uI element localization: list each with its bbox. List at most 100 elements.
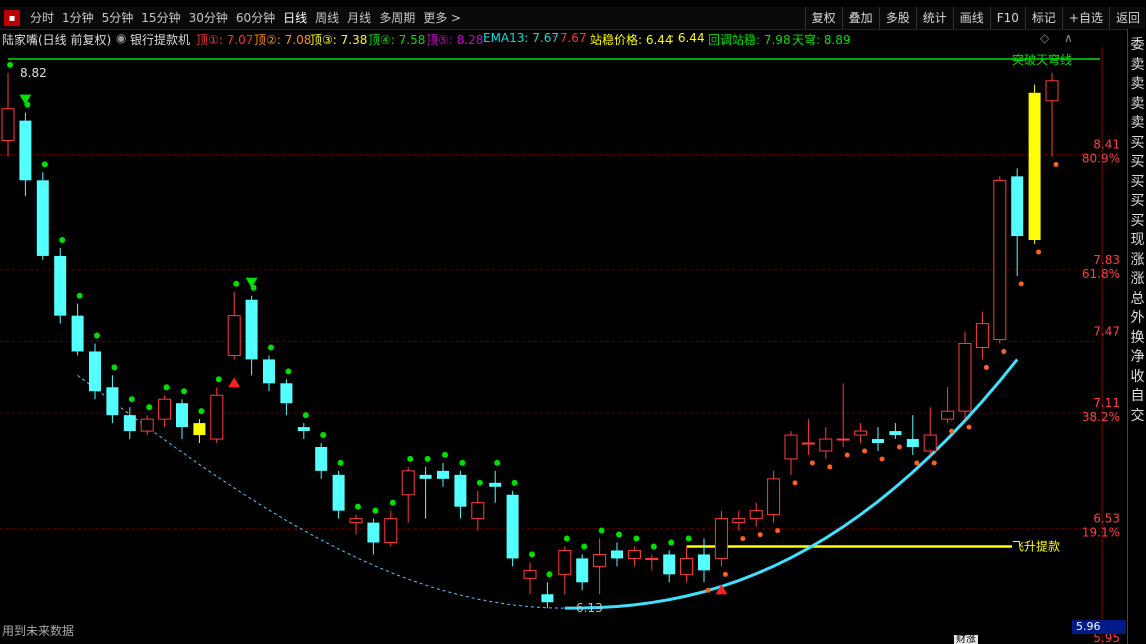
side-panel-item[interactable]: 卖 [1128,74,1146,94]
mark-button[interactable]: 标记 [1024,7,1062,29]
ema-dot [128,396,135,403]
candle-body [19,120,32,181]
side-panel-item[interactable]: 涨 [1128,269,1146,289]
window-icon[interactable]: ▪ [4,10,20,26]
ema-dot [372,507,379,514]
stop-dot [1018,281,1024,287]
stop-dot [983,364,989,370]
ema-dot [511,479,518,486]
info-top1: 顶①: 7.07 [196,33,254,47]
side-panel-item[interactable]: 涨 [1128,250,1146,270]
f10-button[interactable]: F10 [989,7,1025,29]
side-panel-item[interactable]: 现 [1128,230,1146,250]
side-panel-item[interactable]: 总 [1128,289,1146,309]
overlay-button[interactable]: 叠加 [841,7,879,29]
candle-body [349,518,363,524]
side-panel-item[interactable]: 自 [1128,386,1146,406]
candle-body [489,482,502,487]
candle-body [332,474,345,511]
indicator-dropdown-icon[interactable]: ◉ [116,31,126,45]
candle-body [680,557,694,575]
period-tab-60min[interactable]: 60分钟 [232,8,279,28]
side-panel-item[interactable]: 卖 [1128,113,1146,133]
ema-dot [494,459,501,466]
finance-badge[interactable]: 财涨 [954,635,978,644]
kline-chart[interactable]: 8.4180.9% 7.8361.8% 7.47 7.1138.2% 6.5319.1%… [0,47,1127,644]
period-tab-more[interactable]: 更多 > [419,8,465,28]
ema-dot [146,404,153,411]
side-panel-item[interactable]: 买 [1128,191,1146,211]
period-tab-daily[interactable]: 日线 [279,8,311,28]
candle-body [1045,80,1059,102]
candle-body [784,434,798,460]
side-panel-item[interactable]: 卖 [1128,55,1146,75]
axis-tick-price: 6.53 [1093,512,1120,526]
side-panel-item[interactable]: 买 [1128,172,1146,192]
period-tab-multi[interactable]: 多周期 [375,8,419,28]
candle-body [611,550,623,559]
info-ema13-alt: : 7.67 [552,31,587,45]
side-panel-item[interactable]: 委 [1128,35,1146,55]
ema-dot [41,161,48,168]
side-panel-item[interactable]: 收 [1128,367,1146,387]
candle-body [958,343,972,412]
stop-dot [862,448,868,454]
axis-tick-price: 8.41 [1093,137,1120,151]
stop-dot [792,480,798,486]
ema-dot [233,280,240,287]
candle-body [1028,92,1041,241]
ema-dot [616,531,622,538]
info-top3: 顶③: 7.38 [310,33,368,47]
candle-body [471,502,485,520]
collapse-icon[interactable]: ∧ [1064,31,1073,45]
side-panel-item[interactable]: 买 [1128,152,1146,172]
add-watchlist-button[interactable]: +自选 [1061,7,1109,29]
ema-dot [529,551,535,558]
side-panel-item[interactable]: 卖 [1128,94,1146,114]
draw-line-button[interactable]: 画线 [952,7,990,29]
indicator-name[interactable]: 银行提款机 [130,31,190,48]
diamond-icon[interactable]: ◇ [1040,31,1049,45]
side-panel-item[interactable]: 换 [1128,328,1146,348]
candle-body [819,438,833,452]
period-tab-1min[interactable]: 1分钟 [58,8,98,28]
stop-dot [1053,161,1059,167]
period-tab-15min[interactable]: 15分钟 [137,8,184,28]
info-top4: 顶④: 7.58 [368,33,426,47]
candle-body [315,446,328,471]
candle-body [889,431,902,436]
side-panel-item[interactable]: 买 [1128,133,1146,153]
candle-body [140,418,154,432]
period-tab-monthly[interactable]: 月线 [343,8,375,28]
back-button[interactable]: 返回 [1108,7,1146,29]
candle-body [54,255,67,316]
ema-dot [355,503,361,510]
ema-dot [598,527,605,534]
axis-tick-price: 7.47 [1093,325,1120,339]
info-pullback-stable: 回调站稳: 7.98 [708,33,791,47]
multi-stock-button[interactable]: 多股 [878,7,916,29]
period-tab-30min[interactable]: 30分钟 [185,8,232,28]
ema-dot [546,571,553,578]
side-panel-item[interactable]: 交 [1128,406,1146,426]
side-panel-item[interactable]: 买 [1128,211,1146,231]
stats-button[interactable]: 统计 [915,7,953,29]
period-tab-fenshi[interactable]: 分时 [26,8,58,28]
stop-dot [914,460,920,466]
ema-dot [442,451,448,458]
candle-body [801,442,815,445]
ema-dot [685,535,692,542]
ema-dot [7,61,13,68]
ema-dot [650,543,657,550]
restore-rights-button[interactable]: 复权 [804,7,842,29]
info-stable-price: 站稳价格: 6.44 [590,33,673,47]
candle-body [227,315,241,356]
toolbar: ▪ 分时 1分钟 5分钟 15分钟 30分钟 60分钟 日线 周线 月线 多周期… [0,7,1146,30]
period-tab-5min[interactable]: 5分钟 [98,8,138,28]
side-panel-item[interactable]: 外 [1128,308,1146,328]
candle-body [836,438,850,441]
cursor-price-box: 5.96 [1072,620,1126,634]
candle-body [384,518,398,544]
side-panel-item[interactable]: 净 [1128,347,1146,367]
period-tab-weekly[interactable]: 周线 [311,8,343,28]
